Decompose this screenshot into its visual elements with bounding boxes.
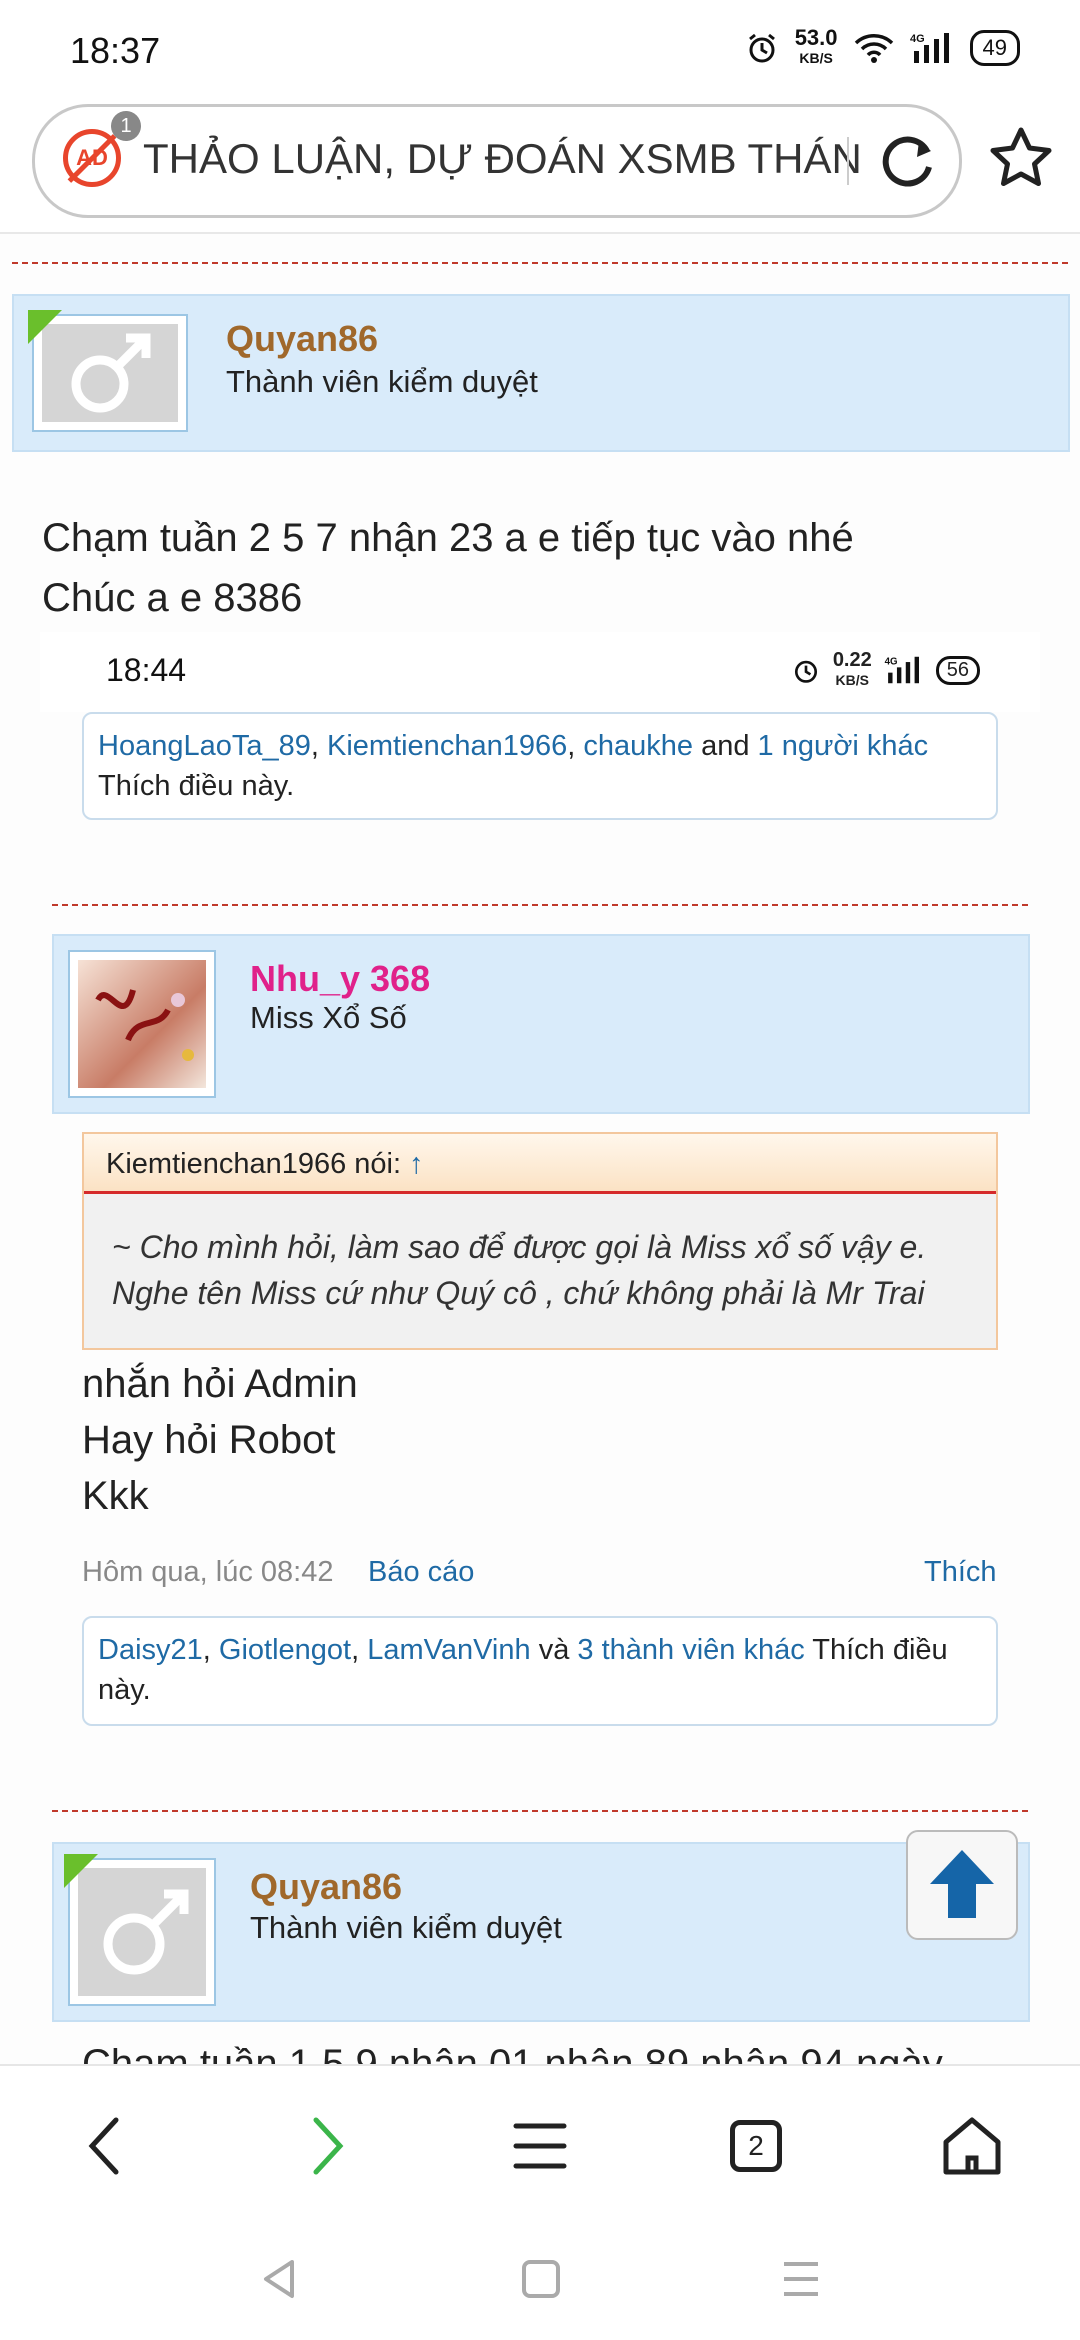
user-title: Thành viên kiểm duyệt [226,364,538,399]
tab-count: 2 [730,2120,782,2172]
embedded-network-speed: 0.22 KB/S [832,649,872,688]
back-icon[interactable] [68,2106,148,2186]
quote-block: Kiemtienchan1966 nói: ↑ ~ Cho mình hỏi, … [82,1132,998,1350]
user-info-bar: Nhu_y 368 Miss Xổ Số [52,934,1030,1114]
liker-link[interactable]: Kiemtienchan1966 [327,730,567,762]
post-message: Chạm tuần 2 5 7 nhận 23 a e tiếp tục vào… [42,516,854,620]
post-message-preview: Chạm tuần 1 5 9 nhận 01 nhận 89 nhận 94 … [82,2042,943,2064]
embedded-battery: 56 [935,655,980,685]
online-indicator [64,1854,98,1888]
likes-summary: Daisy21, Giotlengot, LamVanVinh và 3 thà… [82,1616,998,1726]
liker-link[interactable]: chaukhe [583,730,693,762]
embedded-status-time: 18:44 [106,652,187,688]
post-timestamp: Hôm qua, lúc 08:42 [82,1556,334,1588]
post-message: nhắn hỏi Admin Hay hỏi Robot Kkk [82,1362,358,1518]
system-back-icon[interactable] [254,2254,304,2304]
avatar[interactable] [68,950,216,1098]
battery-indicator: 49 [969,30,1020,66]
bookmark-star-icon[interactable] [986,124,1056,194]
liker-link[interactable]: Giotlengot [219,1634,351,1666]
embedded-status-icons: 0.22 KB/S 4G 56 [791,650,980,690]
scroll-to-top-button[interactable] [906,1830,1018,1940]
liker-link[interactable]: HoangLaoTa_89 [98,730,311,762]
user-info-bar: Quyan86 Thành viên kiểm duyệt [12,294,1070,452]
status-time: 18:37 [70,30,161,71]
menu-icon[interactable] [500,2106,580,2186]
thread-content[interactable]: Quyan86 Thành viên kiểm duyệt Chạm tuần … [0,234,1080,2064]
post-divider [52,1810,1028,1812]
liker-link[interactable]: LamVanVinh [367,1634,530,1666]
ad-block-icon[interactable]: AD [63,129,121,187]
cell-signal-icon: 4G [884,657,919,684]
alarm-icon [794,660,817,683]
wifi-icon [854,34,893,63]
forward-icon[interactable] [284,2106,364,2186]
system-home-icon[interactable] [516,2254,566,2304]
male-symbol-icon [71,333,151,413]
status-bar: 18:37 53.0 KB/S 4G 49 [0,0,1080,100]
report-link[interactable]: Báo cáo [368,1556,474,1589]
system-recents-icon[interactable] [776,2254,826,2304]
network-speed: 53.0 KB/S [794,25,838,67]
user-title: Thành viên kiểm duyệt [250,1910,562,1945]
ad-block-count: 1 [111,111,141,141]
address-divider [847,137,849,185]
address-bar[interactable]: AD 1 THẢO LUẬN, DỰ ĐOÁN XSMB THÁNG 9/202… [32,104,962,218]
username[interactable]: Quyan86 [226,318,378,360]
user-info-bar: Quyan86 Thành viên kiểm duyệt [52,1842,1030,2022]
username[interactable]: Quyan86 [250,1866,402,1908]
other-likers-link[interactable]: 3 thành viên khác [577,1634,804,1666]
home-icon[interactable] [932,2106,1012,2186]
svg-text:4G: 4G [884,657,897,668]
status-icons: 53.0 KB/S 4G 49 [745,25,1020,68]
avatar-image [95,989,194,1061]
post-divider [52,904,1028,906]
reload-icon[interactable] [875,127,941,193]
system-nav-bar [0,2214,1080,2340]
username[interactable]: Nhu_y 368 [250,958,430,1000]
quote-header: Kiemtienchan1966 nói: ↑ [84,1134,996,1194]
arrow-up-icon [930,1850,994,1918]
post-divider [12,262,1068,264]
like-link[interactable]: Thích [924,1556,997,1589]
page-title-url[interactable]: THẢO LUẬN, DỰ ĐOÁN XSMB THÁNG 9/2024 [143,135,863,183]
jump-to-quote-link[interactable]: ↑ [409,1148,424,1180]
browser-toolbar: AD 1 THẢO LUẬN, DỰ ĐOÁN XSMB THÁNG 9/202… [0,100,1080,234]
user-title: Miss Xổ Số [250,1000,407,1035]
online-indicator [28,310,62,344]
tabs-icon[interactable]: 2 [716,2106,796,2186]
other-likers-link[interactable]: 1 người khác [758,730,929,762]
alarm-icon [748,33,775,63]
likes-summary: HoangLaoTa_89, Kiemtienchan1966, chaukhe… [82,712,998,820]
svg-text:4G: 4G [910,33,925,45]
quote-text: ~ Cho mình hỏi, làm sao để được gọi là M… [112,1229,927,1311]
browser-bottom-nav: 2 [0,2064,1080,2216]
cell-signal-icon: 4G [910,33,949,63]
liker-link[interactable]: Daisy21 [98,1634,203,1666]
quote-author: Kiemtienchan1966 nói: [106,1148,402,1180]
embedded-screenshot: 18:44 0.22 KB/S 4G 56 [40,632,1040,712]
